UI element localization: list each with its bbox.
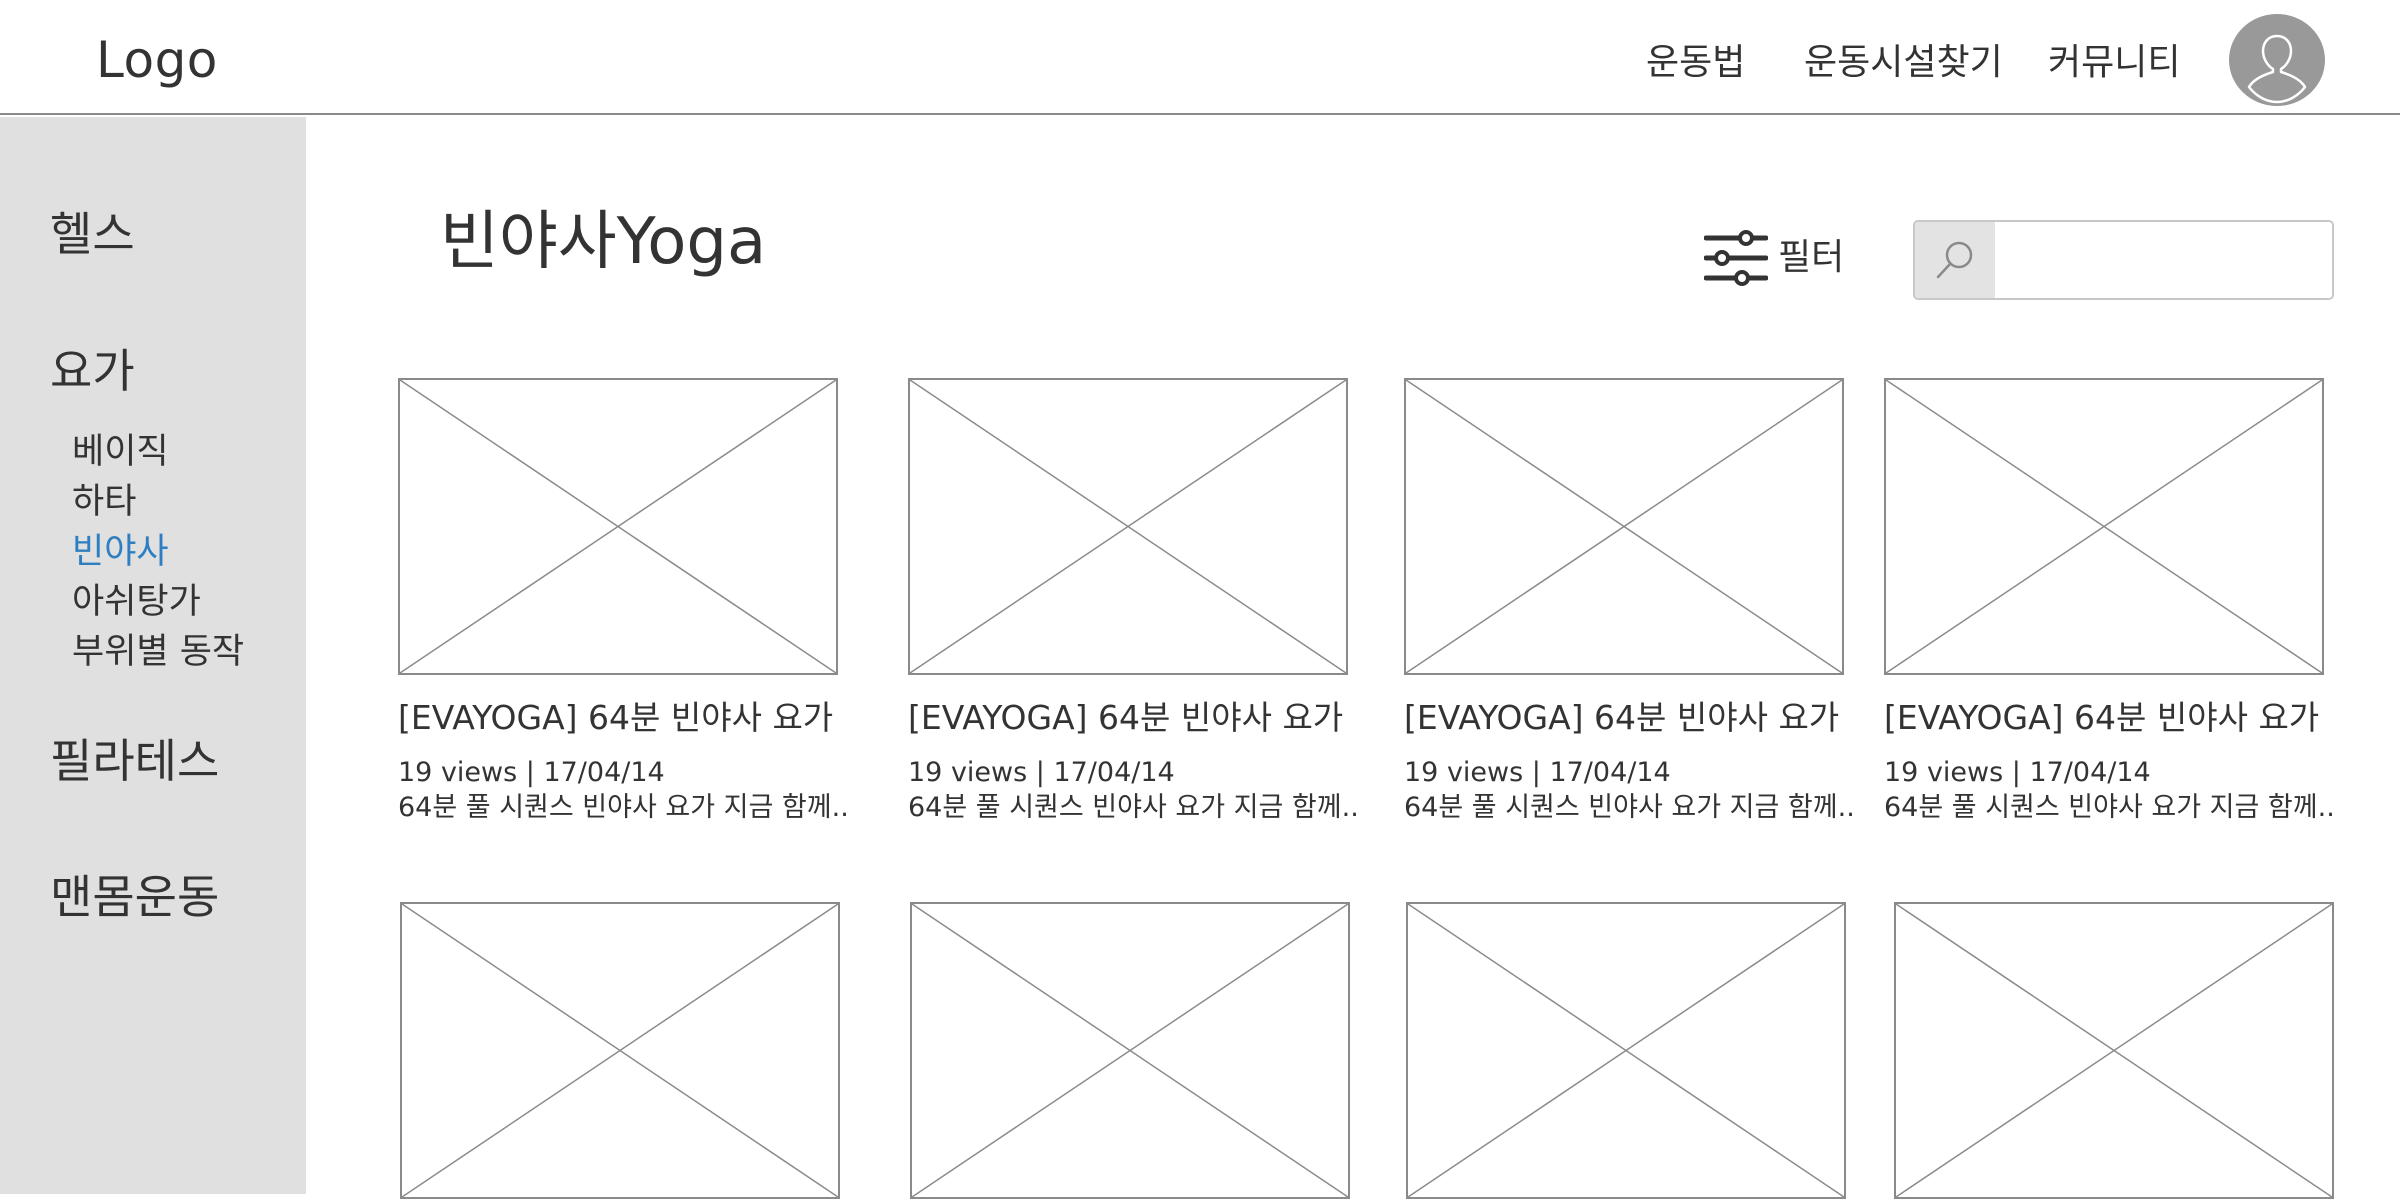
user-silhouette-icon <box>2231 14 2323 106</box>
sidebar-item-basic[interactable]: 베이직 <box>72 428 169 476</box>
video-thumbnail[interactable] <box>1404 378 1844 675</box>
image-placeholder-icon <box>1886 380 2322 673</box>
logo[interactable]: Logo <box>96 28 218 92</box>
sidebar-item-hatha[interactable]: 하타 <box>72 478 136 526</box>
nav-item-community[interactable]: 커뮤니티 <box>2048 38 2180 88</box>
sidebar-item-vinyasa-active[interactable]: 빈야사 <box>72 528 169 576</box>
search-button[interactable] <box>1915 222 1995 298</box>
video-thumbnail[interactable] <box>910 902 1350 1199</box>
video-description: 64분 풀 시퀀스 빈야사 요가 지금 함께.. <box>1404 792 1855 823</box>
video-description: 64분 풀 시퀀스 빈야사 요가 지금 함께.. <box>1884 792 2335 823</box>
video-meta: 19 views | 17/04/14 <box>398 757 665 788</box>
sidebar: 헬스 요가 베이직 하타 빈야사 아쉬탕가 부위별 동작 필라테스 맨몸운동 <box>0 117 306 1194</box>
sidebar-category-pilates[interactable]: 필라테스 <box>50 731 219 791</box>
page-title: 빈야사Yoga <box>440 205 767 279</box>
sidebar-category-health[interactable]: 헬스 <box>50 204 135 264</box>
nav-item-exercise-method[interactable]: 운동법 <box>1646 38 1745 88</box>
sidebar-category-yoga[interactable]: 요가 <box>50 341 135 401</box>
video-thumbnail[interactable] <box>1406 902 1846 1199</box>
image-placeholder-icon <box>912 904 1348 1197</box>
image-placeholder-icon <box>910 380 1346 673</box>
video-description: 64분 풀 시퀀스 빈야사 요가 지금 함께.. <box>398 792 849 823</box>
top-header: Logo 운동법 운동시설찾기 커뮤니티 <box>0 0 2400 115</box>
sidebar-item-ashtanga[interactable]: 아쉬탕가 <box>72 578 201 626</box>
sidebar-category-bodyweight[interactable]: 맨몸운동 <box>50 867 219 927</box>
search-input[interactable] <box>1999 222 2331 298</box>
video-thumbnail[interactable] <box>908 378 1348 675</box>
filter-button[interactable]: 필터 <box>1704 226 1844 290</box>
sidebar-item-body-part-moves[interactable]: 부위별 동작 <box>72 628 244 676</box>
image-placeholder-icon <box>1896 904 2332 1197</box>
image-placeholder-icon <box>400 380 836 673</box>
video-meta: 19 views | 17/04/14 <box>908 757 1175 788</box>
video-meta: 19 views | 17/04/14 <box>1404 757 1671 788</box>
sliders-icon <box>1704 230 1768 286</box>
image-placeholder-icon <box>402 904 838 1197</box>
image-placeholder-icon <box>1406 380 1842 673</box>
video-description: 64분 풀 시퀀스 빈야사 요가 지금 함께.. <box>908 792 1359 823</box>
video-title[interactable]: [EVAYOGA] 64분 빈야사 요가 <box>908 696 1343 740</box>
nav-item-find-facility[interactable]: 운동시설찾기 <box>1804 38 2003 88</box>
avatar[interactable] <box>2229 14 2325 106</box>
video-title[interactable]: [EVAYOGA] 64분 빈야사 요가 <box>1404 696 1839 740</box>
video-thumbnail[interactable] <box>400 902 840 1199</box>
filter-label: 필터 <box>1778 237 1845 278</box>
video-thumbnail[interactable] <box>398 378 838 675</box>
video-thumbnail[interactable] <box>1894 902 2334 1199</box>
video-meta: 19 views | 17/04/14 <box>1884 757 2151 788</box>
video-thumbnail[interactable] <box>1884 378 2324 675</box>
video-title[interactable]: [EVAYOGA] 64분 빈야사 요가 <box>398 696 833 740</box>
image-placeholder-icon <box>1408 904 1844 1197</box>
search-box <box>1913 220 2334 300</box>
video-title[interactable]: [EVAYOGA] 64분 빈야사 요가 <box>1884 696 2319 740</box>
magnifier-icon <box>1936 241 1973 279</box>
